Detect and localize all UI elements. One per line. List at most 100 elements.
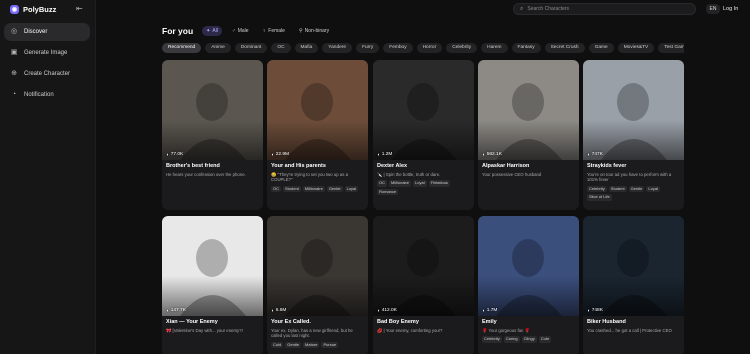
- chat-bubble-icon: ◖: [482, 152, 485, 157]
- card-title: Xian — Your Enemy: [166, 319, 218, 325]
- character-image: ◖ 22.9M: [267, 60, 368, 160]
- tag[interactable]: Student: [608, 185, 627, 193]
- tag[interactable]: Millionaire: [302, 185, 325, 193]
- bell-icon: ◔: [11, 91, 17, 98]
- chat-count: ◖ 747K: [587, 152, 603, 157]
- chat-count-value: 748K: [591, 308, 603, 313]
- category-chip[interactable]: Celebrity: [446, 43, 478, 53]
- search-bar[interactable]: ⌕: [513, 3, 696, 15]
- search-input[interactable]: [527, 6, 678, 12]
- tag[interactable]: Cute: [538, 336, 552, 343]
- sidebar-collapse-icon[interactable]: ⇤: [76, 5, 84, 13]
- card-title: Brother's best friend: [166, 163, 220, 169]
- login-button[interactable]: Log In: [723, 4, 738, 14]
- character-image: ◖ 747K: [583, 60, 684, 160]
- category-chip[interactable]: Harem: [481, 43, 508, 53]
- character-card[interactable]: ◖ 747K Straykids fever You're on tour ad yo…: [583, 60, 684, 210]
- card-description: Your possessive CEO husband: [482, 172, 542, 177]
- card-title: Straykids fever: [587, 163, 627, 169]
- card-title: Alpaskar Harrison: [482, 163, 530, 169]
- character-image: ◖ 147.7K: [162, 216, 263, 316]
- tag[interactable]: Caring: [503, 336, 520, 343]
- sidebar-item-create-character[interactable]: ⊕ Create Character: [4, 65, 90, 83]
- card-tags: OC Millionaire Loyal Flirtatious Romance: [377, 180, 470, 196]
- category-chip[interactable]: Movies&TV: [617, 43, 655, 53]
- category-chip[interactable]: Yandere: [322, 43, 353, 53]
- tag[interactable]: Loyal: [413, 180, 427, 187]
- character-card[interactable]: ◖ 77.0K Brother's best friend He hears your…: [162, 60, 263, 210]
- tag[interactable]: Cold: [271, 341, 284, 349]
- category-chip[interactable]: Femboy: [383, 43, 413, 53]
- sidebar-item-notification[interactable]: ◔ Notification: [4, 86, 90, 104]
- category-chip[interactable]: Test Game: [658, 43, 684, 53]
- character-card[interactable]: ◖ 147.7K Xian — Your Enemy 🎀 [Valentine's D…: [162, 216, 263, 354]
- tag[interactable]: Slice of Life: [587, 194, 612, 201]
- category-chip[interactable]: Mafia: [294, 43, 319, 53]
- chat-count: ◖ 147.7K: [166, 308, 186, 313]
- chat-count-value: 1.7M: [486, 308, 498, 313]
- topbar: ⌕ EN Log In: [96, 0, 750, 18]
- tab-female[interactable]: ♀ Female: [259, 26, 289, 36]
- chat-bubble-icon: ◖: [271, 308, 274, 313]
- chat-count-value: 22.9M: [275, 152, 290, 157]
- tag[interactable]: Celebrity: [482, 336, 502, 343]
- character-card[interactable]: ◖ 6.6M Your Ex Called. Your ex, Dylan, has …: [267, 216, 368, 354]
- character-card[interactable]: ◖ 412.0K Bad Boy Enemy 💋 | Your enemy, comf…: [373, 216, 474, 354]
- tag[interactable]: Loyal: [344, 185, 359, 193]
- character-card[interactable]: ◖ 582.1K Alpaskar Harrison Your possessive …: [478, 60, 579, 210]
- sidebar-item-discover[interactable]: ◎ Discover: [4, 23, 90, 41]
- chat-count: ◖ 412.0K: [377, 308, 397, 313]
- character-portrait: [373, 60, 474, 160]
- chat-bubble-icon: ◖: [587, 152, 590, 157]
- category-chip[interactable]: Recommend: [162, 43, 202, 53]
- chat-count: ◖ 748K: [587, 308, 603, 313]
- tag[interactable]: Millionaire: [389, 180, 412, 187]
- tab-male[interactable]: ♂ Male: [228, 26, 253, 36]
- character-card[interactable]: ◖ 22.9M Your and His parents 😢 "They're try…: [267, 60, 368, 210]
- character-card[interactable]: ◖ 1.7M Emily 🌹 Your gorgeous fan 🌹 Celebrity…: [478, 216, 579, 354]
- tag[interactable]: OC: [377, 180, 387, 187]
- category-chip[interactable]: Game: [588, 43, 614, 53]
- user-plus-icon: ⊕: [11, 70, 17, 77]
- tag[interactable]: Student: [283, 185, 301, 193]
- chat-count-value: 147.7K: [170, 308, 186, 313]
- chat-count-value: 6.6M: [275, 308, 287, 313]
- tab-label: Male: [237, 28, 249, 34]
- sidebar: ◉ PolyBuzz ⇤ ◎ Discover ▣ Generate Image…: [0, 0, 96, 354]
- brand[interactable]: ◉ PolyBuzz: [10, 5, 56, 14]
- category-chip[interactable]: Furry: [356, 43, 380, 53]
- tag[interactable]: Flirtatious: [428, 180, 450, 187]
- character-card[interactable]: ◖ 1.2M Dexter Alex 🔪 | Spin the bottle, tru…: [373, 60, 474, 210]
- sidebar-nav: ◎ Discover ▣ Generate Image ⊕ Create Cha…: [4, 23, 90, 107]
- category-chip[interactable]: Horror: [416, 43, 443, 53]
- character-card[interactable]: ◖ 748K Biker Husband You crashed... he got …: [583, 216, 684, 354]
- category-chip[interactable]: OC: [271, 43, 291, 53]
- tab-non-binary[interactable]: ⚲ Non-binary: [295, 26, 333, 36]
- category-chip[interactable]: Fantasy: [511, 43, 541, 53]
- tag[interactable]: Celebrity: [587, 185, 607, 193]
- character-portrait: [267, 60, 368, 160]
- tag[interactable]: Gentle: [628, 185, 645, 193]
- chat-count: ◖ 6.6M: [271, 308, 286, 313]
- tag[interactable]: Loyal: [646, 185, 660, 193]
- category-chip[interactable]: Dominant: [234, 43, 268, 53]
- tag[interactable]: Pursue: [321, 341, 339, 349]
- category-chip[interactable]: Secret Crush: [544, 43, 585, 53]
- sidebar-item-generate-image[interactable]: ▣ Generate Image: [4, 44, 90, 62]
- tab-all[interactable]: ✦ All: [202, 26, 222, 36]
- tag[interactable]: Mature: [303, 341, 320, 349]
- tag[interactable]: OC: [271, 185, 281, 193]
- character-image: ◖ 77.0K: [162, 60, 263, 160]
- card-description: 😢 "They're trying to set you two up as a…: [271, 172, 348, 183]
- tag[interactable]: Romance: [377, 188, 399, 196]
- category-chip[interactable]: Anime: [205, 43, 231, 53]
- tag[interactable]: Clingy: [521, 336, 537, 343]
- language-button[interactable]: EN: [706, 4, 720, 14]
- polybuzz-logo-icon: ◉: [10, 5, 19, 14]
- chat-count: ◖ 1.2M: [377, 152, 392, 157]
- character-portrait: [478, 216, 579, 316]
- sidebar-item-label: Discover: [24, 29, 48, 35]
- tag[interactable]: Gentle: [285, 341, 302, 349]
- tag[interactable]: Gentle: [326, 185, 343, 193]
- card-title: Emily: [482, 319, 497, 325]
